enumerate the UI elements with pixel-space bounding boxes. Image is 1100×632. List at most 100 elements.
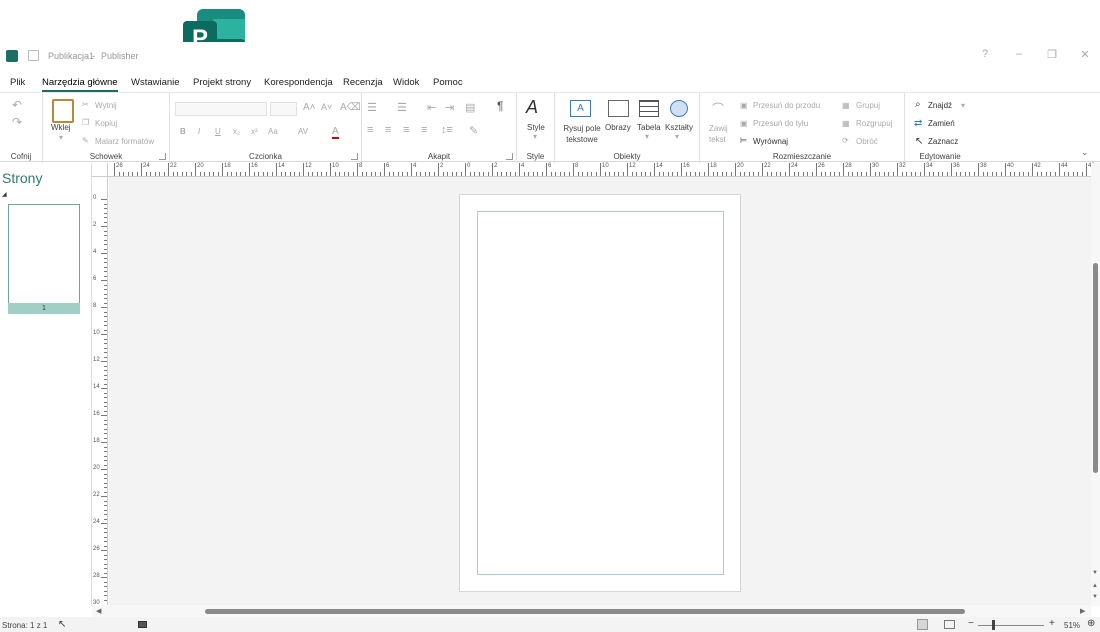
- wrap-text-button[interactable]: Zawij tekst: [709, 123, 733, 145]
- styles-dropdown-icon[interactable]: ▾: [533, 132, 537, 141]
- font-launcher-icon[interactable]: [351, 153, 358, 160]
- justify-icon[interactable]: ≡: [421, 124, 427, 136]
- align-center-icon[interactable]: ≡: [385, 124, 391, 136]
- restore-button[interactable]: ❐: [1045, 48, 1059, 62]
- font-size-input[interactable]: [270, 102, 297, 116]
- paste-button[interactable]: Wklej: [51, 123, 71, 132]
- vertical-ruler[interactable]: 0 2 4 6 8 10 12 14 16 18 20 22 24 26 28 30: [92, 177, 108, 606]
- zoom-slider-thumb[interactable]: [992, 620, 995, 630]
- columns-icon[interactable]: ▤: [465, 101, 475, 114]
- ruler-tick: [856, 172, 858, 176]
- numbering-icon[interactable]: ☰: [397, 101, 407, 114]
- undo-icon[interactable]: ↶: [12, 98, 22, 112]
- object-position-icon[interactable]: [138, 621, 147, 628]
- scroll-down-icon[interactable]: ▼: [1092, 570, 1098, 576]
- tab-insert[interactable]: Wstawianie: [131, 77, 180, 88]
- ruler-tick: [613, 172, 615, 176]
- shapes-button[interactable]: Kształty: [665, 123, 693, 132]
- scroll-left-icon[interactable]: ◀: [96, 607, 101, 615]
- styles-button[interactable]: Style: [527, 123, 545, 132]
- subscript-button[interactable]: x₂: [233, 127, 240, 136]
- app-icon[interactable]: [6, 50, 18, 62]
- ruler-tick: [420, 172, 421, 176]
- ruler-tick: [550, 172, 552, 176]
- zoom-out-button[interactable]: −: [968, 618, 974, 629]
- close-button[interactable]: ✕: [1078, 48, 1092, 62]
- paste-icon[interactable]: [52, 99, 74, 123]
- tab-file[interactable]: Plik: [10, 77, 25, 88]
- zoom-level[interactable]: 51%: [1064, 621, 1080, 630]
- pictures-button[interactable]: Obrazy: [605, 123, 631, 132]
- tab-view[interactable]: Widok: [393, 77, 419, 88]
- font-name-input[interactable]: [175, 102, 267, 116]
- ruler-tick: [447, 172, 448, 176]
- shapes-dropdown-icon[interactable]: ▾: [675, 132, 679, 141]
- copy-button[interactable]: Kopiuj: [95, 119, 117, 128]
- two-page-view-icon[interactable]: [944, 620, 955, 629]
- collapse-triangle-icon[interactable]: ◢: [2, 191, 7, 198]
- draw-text-box-button[interactable]: Rysuj pole tekstowe: [562, 123, 602, 145]
- fit-page-icon[interactable]: ⊕: [1087, 618, 1095, 629]
- single-page-view-icon[interactable]: [917, 619, 928, 630]
- bring-forward-button[interactable]: Przesuń do przodu: [753, 101, 820, 110]
- ruler-tick: [703, 172, 705, 176]
- redo-icon[interactable]: ↷: [12, 115, 22, 129]
- tab-page-design[interactable]: Projekt strony: [193, 77, 251, 88]
- show-formatting-button[interactable]: ¶: [497, 99, 503, 113]
- font-color-button[interactable]: A: [332, 126, 339, 139]
- send-backward-button[interactable]: Przesuń do tyłu: [753, 119, 808, 128]
- scroll-right-icon[interactable]: ▶: [1080, 607, 1085, 615]
- collapse-ribbon-icon[interactable]: ⌄: [1081, 147, 1089, 158]
- table-dropdown-icon[interactable]: ▾: [645, 132, 649, 141]
- bullets-icon[interactable]: ☰: [367, 101, 377, 114]
- replace-button[interactable]: Zamień: [928, 119, 955, 128]
- underline-button[interactable]: U: [215, 127, 221, 136]
- change-case-button[interactable]: Aa: [268, 127, 278, 136]
- paste-dropdown-icon[interactable]: ▾: [59, 133, 63, 142]
- find-dropdown-icon[interactable]: ▾: [961, 101, 965, 110]
- superscript-button[interactable]: x²: [251, 127, 258, 136]
- align-right-icon[interactable]: ≡: [403, 124, 409, 136]
- zoom-in-button[interactable]: +: [1049, 618, 1055, 629]
- page-status[interactable]: Strona: 1 z 1: [2, 621, 47, 630]
- decrease-indent-icon[interactable]: ⇤: [427, 101, 436, 114]
- find-button[interactable]: Znajdź: [928, 101, 952, 110]
- clear-formatting-icon[interactable]: A⌫: [340, 102, 361, 113]
- align-button[interactable]: Wyrównaj: [753, 137, 788, 146]
- format-painter-button[interactable]: Malarz formatów: [95, 137, 154, 146]
- tab-help[interactable]: Pomoc: [433, 77, 463, 88]
- paragraph-launcher-icon[interactable]: [506, 153, 513, 160]
- bold-button[interactable]: B: [180, 127, 186, 136]
- tab-review[interactable]: Recenzja: [343, 77, 383, 88]
- ungroup-button[interactable]: Rozgrupuj: [856, 119, 892, 128]
- character-spacing-button[interactable]: AV: [298, 127, 308, 136]
- save-icon[interactable]: [28, 50, 39, 61]
- vertical-scroll-thumb[interactable]: [1093, 263, 1098, 473]
- align-left-icon[interactable]: ≡: [367, 124, 373, 136]
- help-button[interactable]: ?: [978, 48, 992, 62]
- line-spacing-icon[interactable]: ↕≡: [441, 124, 453, 136]
- horizontal-scroll-thumb[interactable]: [205, 609, 965, 614]
- ruler-tick: [104, 586, 107, 587]
- rotate-button[interactable]: Obróć: [856, 137, 878, 146]
- ruler-tick: [946, 172, 948, 176]
- zoom-slider[interactable]: [978, 625, 1044, 626]
- tab-mailings[interactable]: Korespondencja: [264, 77, 333, 88]
- italic-button[interactable]: I: [198, 127, 200, 136]
- increase-indent-icon[interactable]: ⇥: [445, 101, 454, 114]
- tab-home[interactable]: Narzędzia główne: [42, 77, 118, 92]
- page-thumbnail[interactable]: [8, 204, 80, 314]
- previous-page-icon[interactable]: ▲: [1092, 583, 1098, 589]
- minimize-button[interactable]: –: [1012, 48, 1026, 62]
- shrink-font-icon[interactable]: A˅: [321, 102, 332, 112]
- grow-font-icon[interactable]: A˄: [303, 102, 316, 113]
- select-button[interactable]: Zaznacz: [928, 137, 958, 146]
- ruler-tick-label: 18: [93, 438, 100, 444]
- next-page-icon[interactable]: ▼: [1092, 594, 1098, 600]
- paragraph-shading-icon[interactable]: ✎: [469, 124, 478, 137]
- cut-button[interactable]: Wytnij: [95, 101, 117, 110]
- group-button[interactable]: Grupuj: [856, 101, 880, 110]
- table-button[interactable]: Tabela: [637, 123, 661, 132]
- clipboard-launcher-icon[interactable]: [159, 153, 166, 160]
- horizontal-ruler[interactable]: 26 24 22 20 18 16 14 12 10 8 6 4 2 0 2 4 6 8 10 12 14 16 18 20 2…: [92, 163, 1095, 177]
